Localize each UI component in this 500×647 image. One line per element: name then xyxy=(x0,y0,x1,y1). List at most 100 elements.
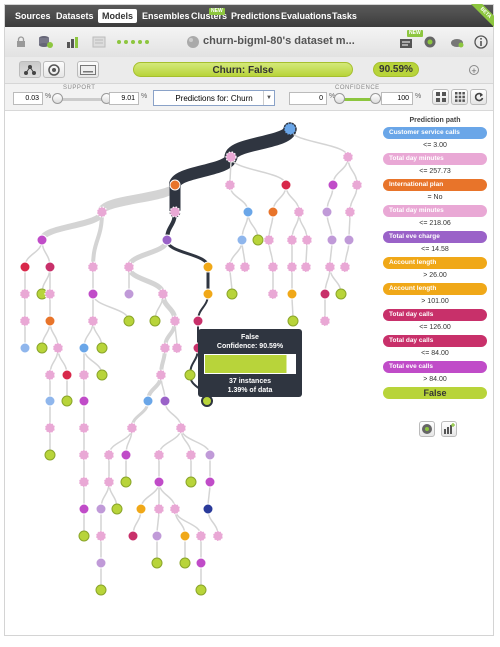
tree-node[interactable] xyxy=(159,342,171,354)
tree-node[interactable] xyxy=(19,315,31,327)
tree-node[interactable] xyxy=(351,179,363,191)
tree-node[interactable] xyxy=(242,206,254,218)
tree-node[interactable] xyxy=(78,395,90,407)
tree-node[interactable] xyxy=(192,315,204,327)
decision-tree[interactable] xyxy=(5,111,381,631)
tree-node[interactable] xyxy=(155,369,167,381)
tree-view-button[interactable] xyxy=(19,61,41,78)
nav-clusters[interactable]: Clusters NEW xyxy=(187,8,231,23)
tree-node[interactable] xyxy=(319,288,331,300)
tree-node[interactable] xyxy=(149,315,161,327)
tree-node[interactable] xyxy=(19,342,31,354)
path-predict-button[interactable] xyxy=(419,421,435,437)
cloud-download-icon[interactable] xyxy=(449,34,465,50)
tree-node[interactable] xyxy=(293,206,305,218)
tree-node[interactable] xyxy=(87,288,99,300)
selected-leaf-node[interactable] xyxy=(201,395,213,407)
tree-node[interactable] xyxy=(335,288,347,300)
reset-button[interactable] xyxy=(470,89,487,105)
tree-node[interactable] xyxy=(263,234,275,246)
confidence-max-input[interactable]: 100 xyxy=(381,92,413,105)
tree-node[interactable] xyxy=(171,342,183,354)
tree-node[interactable] xyxy=(95,503,107,515)
bar-chart-icon[interactable] xyxy=(65,34,81,50)
tree-node[interactable] xyxy=(87,261,99,273)
tree-node[interactable] xyxy=(342,151,354,163)
tree-node[interactable] xyxy=(179,557,191,569)
tree-node[interactable] xyxy=(78,369,90,381)
tree-node[interactable] xyxy=(44,315,56,327)
tree-node[interactable] xyxy=(301,234,313,246)
tree-node[interactable] xyxy=(267,261,279,273)
confidence-min-input[interactable]: 0 xyxy=(289,92,327,105)
tree-node[interactable] xyxy=(135,503,147,515)
tree-root-node[interactable] xyxy=(283,122,297,136)
tree-node[interactable] xyxy=(300,261,312,273)
tree-node[interactable] xyxy=(343,234,355,246)
tree-node[interactable] xyxy=(159,395,171,407)
nav-datasets[interactable]: Datasets xyxy=(52,9,98,23)
tree-node[interactable] xyxy=(44,449,56,461)
tree-node[interactable] xyxy=(327,179,339,191)
keyboard-button[interactable] xyxy=(77,61,99,78)
tree-node[interactable] xyxy=(326,234,338,246)
tree-node[interactable] xyxy=(185,449,197,461)
tree-node[interactable] xyxy=(44,288,56,300)
tree-node[interactable] xyxy=(78,503,90,515)
tree-node[interactable] xyxy=(44,261,56,273)
tree-node[interactable] xyxy=(184,369,196,381)
tree-node[interactable] xyxy=(267,288,279,300)
tree-node[interactable] xyxy=(96,342,108,354)
tree-node[interactable] xyxy=(142,395,154,407)
tree-node[interactable] xyxy=(286,261,298,273)
tree-node[interactable] xyxy=(19,288,31,300)
tree-node[interactable] xyxy=(280,179,292,191)
nav-sources[interactable]: Sources xyxy=(11,9,55,23)
confidence-min-handle[interactable] xyxy=(334,93,345,104)
tree-node[interactable] xyxy=(123,288,135,300)
tree-node[interactable] xyxy=(202,503,214,515)
tree-node[interactable] xyxy=(103,476,115,488)
tree-node[interactable] xyxy=(161,234,173,246)
tree-node[interactable] xyxy=(95,584,107,596)
tree-node[interactable] xyxy=(78,422,90,434)
tree-node[interactable] xyxy=(212,530,224,542)
predictions-for-select[interactable]: Predictions for: Churn ▼ xyxy=(153,90,275,106)
tree-node[interactable] xyxy=(78,530,90,542)
tree-node[interactable] xyxy=(286,234,298,246)
tree-node[interactable] xyxy=(153,476,165,488)
path-chart-button[interactable] xyxy=(441,421,457,437)
tree-node[interactable] xyxy=(151,530,163,542)
tree-node[interactable] xyxy=(169,503,181,515)
confidence-max-handle[interactable] xyxy=(370,93,381,104)
nav-evaluations[interactable]: Evaluations xyxy=(277,9,336,23)
grid-small-button[interactable] xyxy=(432,89,449,105)
tree-node[interactable] xyxy=(202,288,214,300)
support-min-input[interactable]: 0.03 xyxy=(13,92,43,105)
tree-node[interactable] xyxy=(153,449,165,461)
tree-node[interactable] xyxy=(36,234,48,246)
tree-node[interactable] xyxy=(185,476,197,488)
tree-node[interactable] xyxy=(78,476,90,488)
tree-node[interactable] xyxy=(239,261,251,273)
nav-tasks[interactable]: Tasks xyxy=(328,9,361,23)
tree-node[interactable] xyxy=(179,530,191,542)
tree-node[interactable] xyxy=(123,261,135,273)
document-icon[interactable] xyxy=(91,34,107,50)
tree-node[interactable] xyxy=(120,449,132,461)
tree-node[interactable] xyxy=(202,261,214,273)
tree-node[interactable] xyxy=(151,557,163,569)
lock-icon[interactable] xyxy=(13,34,29,50)
tree-node[interactable] xyxy=(321,206,333,218)
tree-node[interactable] xyxy=(61,395,73,407)
support-max-input[interactable]: 9.01 xyxy=(109,92,139,105)
tree-node[interactable] xyxy=(52,342,64,354)
tree-node[interactable] xyxy=(95,530,107,542)
tree-node[interactable] xyxy=(204,449,216,461)
tree-node[interactable] xyxy=(120,476,132,488)
info-icon[interactable] xyxy=(473,34,489,50)
tree-node[interactable] xyxy=(44,422,56,434)
support-min-handle[interactable] xyxy=(52,93,63,104)
tree-node[interactable] xyxy=(252,234,264,246)
tree-node[interactable] xyxy=(169,206,181,218)
